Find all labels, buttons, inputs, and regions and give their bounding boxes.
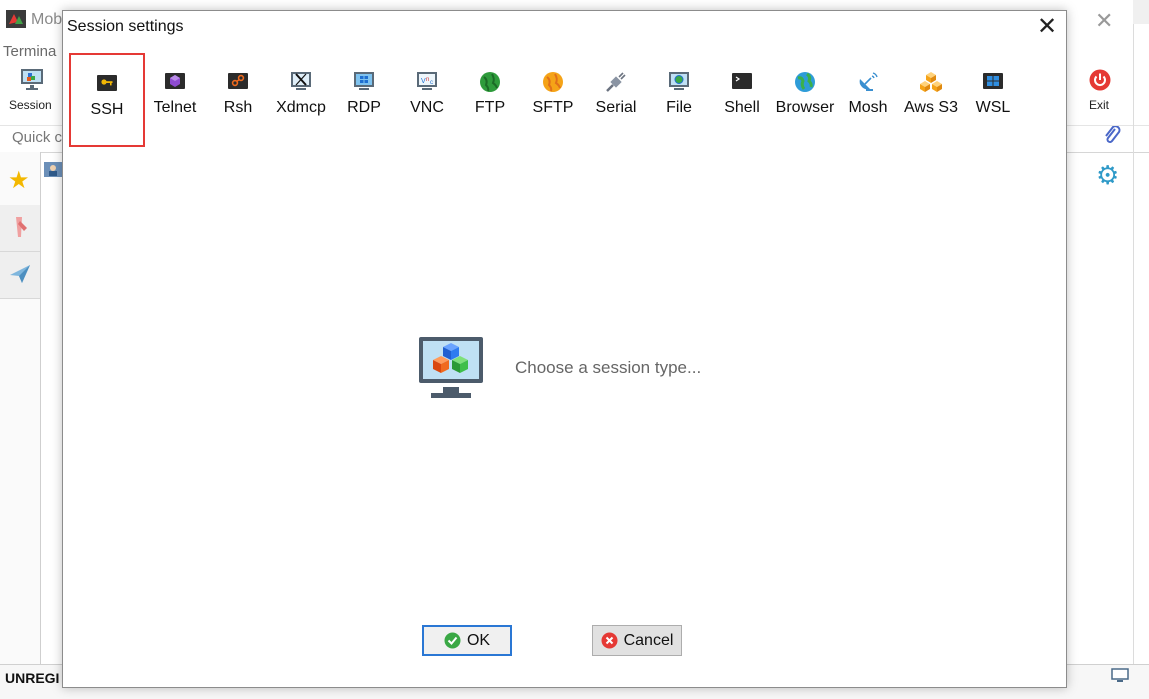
cancel-button[interactable]: Cancel	[592, 625, 682, 656]
session-toolbar-label[interactable]: Session	[9, 98, 52, 112]
file-monitor-icon	[669, 72, 689, 90]
background-close-icon[interactable]: ✕	[1095, 8, 1113, 34]
dialog-title: Session settings	[67, 18, 184, 35]
serial-plug-icon	[606, 72, 626, 92]
ok-button[interactable]: OK	[422, 625, 512, 656]
mosh-satellite-icon	[859, 72, 878, 91]
background-window-title: Mob	[31, 11, 63, 28]
shell-terminal-icon	[732, 73, 752, 89]
dialog-close-icon[interactable]: ✕	[1033, 13, 1061, 41]
session-type-ftp[interactable]: FTP	[460, 53, 520, 143]
background-right-border	[1133, 24, 1134, 664]
session-type-label: WSL	[975, 99, 1011, 116]
session-type-vnc[interactable]: V n c VNC	[397, 53, 457, 143]
key-icon	[97, 75, 117, 91]
session-type-rsh[interactable]: Rsh	[208, 53, 268, 143]
star-icon[interactable]: ★	[8, 166, 30, 195]
ftp-globe-icon	[480, 72, 500, 92]
xdmcp-icon	[291, 72, 311, 90]
rdp-icon	[354, 72, 374, 90]
cancel-circle-icon	[601, 632, 618, 649]
paperclip-icon[interactable]	[1102, 126, 1122, 144]
session-type-aws-s3[interactable]: Aws S3	[901, 53, 961, 143]
wsl-windows-icon	[983, 73, 1003, 89]
exit-toolbar-label[interactable]: Exit	[1089, 98, 1109, 112]
session-monitor-cubes-icon	[419, 337, 483, 398]
quick-connect-input[interactable]: Quick c	[12, 129, 62, 146]
mobaxterm-logo-icon	[6, 10, 26, 28]
session-type-serial[interactable]: Serial	[586, 53, 646, 143]
ok-button-label: OK	[466, 631, 491, 649]
rsh-icon	[228, 73, 248, 89]
sftp-globe-icon	[543, 72, 563, 92]
session-type-telnet[interactable]: Telnet	[145, 53, 205, 143]
session-settings-dialog: Session settings ✕ SSH Telnet Rsh Xdmcp …	[62, 10, 1067, 688]
session-type-sftp[interactable]: SFTP	[523, 53, 583, 143]
session-type-browser[interactable]: Browser	[775, 53, 835, 143]
session-type-wsl[interactable]: WSL	[963, 53, 1023, 143]
vnc-icon: V n c	[417, 72, 437, 90]
session-type-xdmcp[interactable]: Xdmcp	[271, 53, 331, 143]
check-circle-icon	[444, 632, 461, 649]
background-edge	[1133, 0, 1149, 24]
browser-globe-icon	[795, 72, 815, 92]
session-type-prompt: Choose a session type...	[515, 358, 702, 377]
session-type-mosh[interactable]: Mosh	[838, 53, 898, 143]
unregistered-status: UNREGI	[5, 670, 60, 686]
send-paper-plane-icon	[10, 265, 30, 283]
cancel-button-label: Cancel	[623, 631, 674, 649]
user-folder-icon	[44, 162, 62, 177]
tools-icon	[16, 217, 27, 237]
session-type-file[interactable]: File	[649, 53, 709, 143]
aws-cubes-icon	[920, 72, 942, 92]
svg-text:c: c	[430, 80, 433, 86]
session-type-shell[interactable]: Shell	[712, 53, 772, 143]
session-type-toolbar: SSH Telnet Rsh Xdmcp RDP V n c VNC FTP S…	[63, 53, 1066, 149]
session-type-rdp[interactable]: RDP	[334, 53, 394, 143]
session-monitor-icon[interactable]	[20, 68, 44, 90]
telnet-icon	[165, 73, 185, 89]
settings-gear-icon[interactable]: ⚙	[1096, 160, 1119, 191]
exit-power-icon[interactable]	[1089, 69, 1111, 91]
status-monitor-icon[interactable]	[1111, 668, 1129, 684]
svg-text:n: n	[426, 77, 429, 83]
background-menu-terminal[interactable]: Termina	[3, 43, 56, 60]
